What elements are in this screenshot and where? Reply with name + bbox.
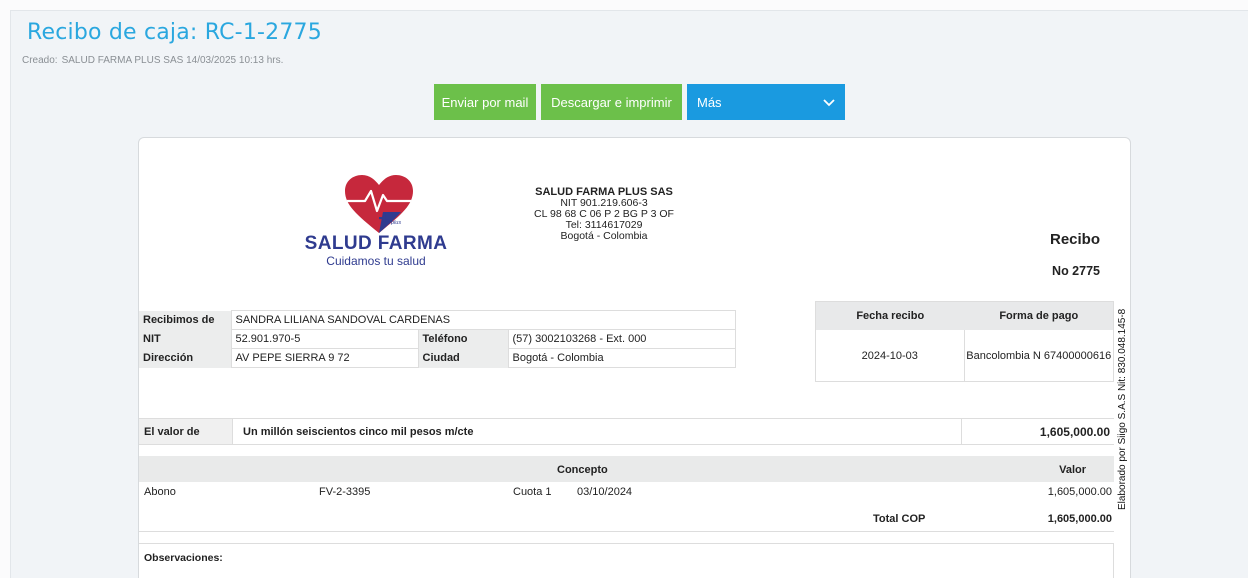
concept-doc: FV-2-3395: [319, 486, 371, 498]
payer-table: Recibimos de SANDRA LILIANA SANDOVAL CAR…: [139, 310, 736, 368]
received-label: Recibimos de: [139, 310, 231, 330]
received-value: SANDRA LILIANA SANDOVAL CARDENAS: [230, 310, 736, 330]
amount-words: Un millón seiscientos cinco mil pesos m/…: [232, 419, 962, 444]
company-logo: plus SALUD FARMA Cuidamos tu salud: [301, 173, 451, 273]
software-credit: Elaborado por Siigo S.A.S Nit: 830.048.1…: [1117, 308, 1128, 510]
receipt-number: No 2775: [1052, 264, 1100, 278]
company-city: Bogotá - Colombia: [560, 230, 648, 242]
table-row: NIT 52.901.970-5 Teléfono (57) 300210326…: [139, 329, 736, 349]
more-dropdown[interactable]: Más: [687, 84, 845, 120]
nit-value: 52.901.970-5: [230, 329, 419, 349]
payment-values: 2024-10-03 Bancolombia N 67400000616: [816, 330, 1113, 381]
heart-pulse-icon: plus: [345, 175, 413, 233]
method-label: Forma de pago: [999, 310, 1079, 322]
created-value: SALUD FARMA PLUS SAS 14/03/2025 10:13 hr…: [61, 55, 284, 66]
chevron-down-icon: [823, 99, 835, 107]
payment-header: Fecha recibo Forma de pago: [816, 302, 1113, 330]
observations-box: Observaciones:: [139, 543, 1114, 578]
total-value: 1,605,000.00: [1047, 513, 1112, 525]
concept-value: 1,605,000.00: [1047, 486, 1112, 498]
date-label: Fecha recibo: [856, 310, 925, 322]
created-label: Creado:: [22, 55, 58, 66]
city-label: Ciudad: [418, 348, 508, 368]
value-header-label: Valor: [1059, 464, 1086, 476]
plus-mark: plus: [390, 220, 401, 226]
concept-header-label: Concepto: [557, 464, 608, 476]
send-email-button[interactable]: Enviar por mail: [434, 84, 536, 120]
more-label: Más: [697, 94, 722, 110]
city-value: Bogotá - Colombia: [507, 348, 736, 368]
table-row: Dirección AV PEPE SIERRA 9 72 Ciudad Bog…: [139, 348, 736, 368]
nit-label: NIT: [139, 329, 231, 349]
action-bar: Enviar por mail Descargar e imprimir Más: [434, 84, 845, 120]
table-row: Recibimos de SANDRA LILIANA SANDOVAL CAR…: [139, 310, 736, 330]
concept-type: Abono: [144, 486, 176, 498]
amount-row: El valor de Un millón seiscientos cinco …: [139, 418, 1114, 445]
concept-header: Concepto Valor: [139, 456, 1114, 482]
amount-value: 1,605,000.00: [1039, 424, 1110, 439]
payment-box: Fecha recibo Forma de pago 2024-10-03 Ba…: [815, 301, 1114, 382]
address-label: Dirección: [139, 348, 231, 368]
observations-label: Observaciones:: [144, 552, 223, 564]
concept-installment: Cuota 1: [513, 486, 552, 498]
created-info: Creado: SALUD FARMA PLUS SAS 14/03/2025 1…: [22, 55, 283, 66]
address-value: AV PEPE SIERRA 9 72: [230, 348, 419, 368]
receipt-title: Recibo: [1049, 231, 1100, 248]
company-info: SALUD FARMA PLUS SAS NIT 901.219.606-3 C…: [499, 187, 709, 242]
page-title: Recibo de caja: RC-1-2775: [27, 20, 322, 45]
concept-date: 03/10/2024: [577, 486, 633, 498]
phone-value: (57) 3002103268 - Ext. 000: [507, 329, 736, 349]
method-value: Bancolombia N 67400000616: [966, 349, 1112, 362]
phone-label: Teléfono: [418, 329, 508, 349]
total-label: Total COP: [873, 513, 926, 525]
receipt-document: plus SALUD FARMA Cuidamos tu salud SALUD…: [138, 137, 1131, 578]
brand-slogan: Cuidamos tu salud: [326, 254, 426, 268]
download-print-button[interactable]: Descargar e imprimir: [541, 84, 682, 120]
brand-name: SALUD FARMA: [304, 233, 448, 254]
amount-label: El valor de: [139, 419, 232, 444]
date-value: 2024-10-03: [816, 330, 965, 381]
